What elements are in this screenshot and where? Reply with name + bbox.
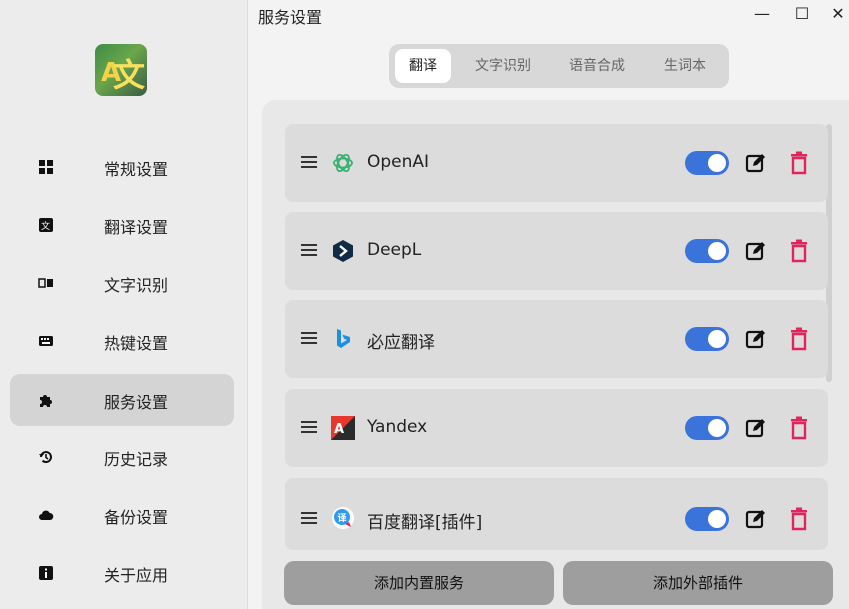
tab-vocabulary[interactable]: 生词本 [649,49,721,83]
sidebar-item-about[interactable]: 关于应用 [10,547,234,599]
service-toggle[interactable] [685,507,729,531]
service-row-openai: OpenAI [285,124,828,202]
sidebar-item-label: 翻译设置 [104,218,169,237]
drag-handle-icon[interactable] [301,332,317,346]
service-name: OpenAI [367,152,430,172]
sidebar-item-translate[interactable]: 文 翻译设置 [10,199,234,251]
drag-handle-icon[interactable] [301,512,317,526]
service-name: DeepL [367,240,422,260]
svg-text:A: A [334,422,344,437]
sidebar-item-label: 关于应用 [104,566,169,585]
translate-icon: 文 [39,218,53,232]
sidebar-item-label: 服务设置 [104,393,169,412]
tab-ocr[interactable]: 文字识别 [461,49,545,83]
history-icon [39,451,52,464]
sidebar-item-service[interactable]: 服务设置 [10,374,234,426]
sidebar: A文 常规设置 文 翻译设置 文字识别 热键设置 服务设置 历史记录 备份设置 … [0,0,248,609]
edit-icon[interactable] [745,240,767,262]
grid-icon [39,160,53,174]
service-tabs: 翻译 文字识别 语音合成 生词本 [389,44,729,88]
service-toggle[interactable] [685,327,729,351]
minimize-button[interactable]: — [750,2,774,26]
delete-icon[interactable] [789,507,809,531]
delete-icon[interactable] [789,239,809,263]
delete-icon[interactable] [789,151,809,175]
service-name: 百度翻译[插件] [367,513,483,533]
drag-handle-icon[interactable] [301,421,317,435]
edit-icon[interactable] [745,152,767,174]
service-toggle[interactable] [685,239,729,263]
sidebar-item-label: 常规设置 [104,160,169,179]
title-bar: 服务设置 — ☐ ✕ [248,0,849,30]
baidu-icon: 译 [332,507,354,529]
sidebar-item-history[interactable]: 历史记录 [10,431,234,483]
info-icon [39,566,53,580]
keyboard-icon [39,336,53,346]
deepl-icon [333,240,353,262]
bing-icon [337,329,350,348]
delete-icon[interactable] [789,327,809,351]
edit-icon[interactable] [745,417,767,439]
app-logo: A文 [95,44,147,96]
window-title: 服务设置 [258,8,323,27]
svg-text:文: 文 [41,220,50,232]
yandex-icon: A [331,416,355,440]
service-toggle[interactable] [685,416,729,440]
sidebar-item-label: 备份设置 [104,508,169,527]
delete-icon[interactable] [789,416,809,440]
add-builtin-service-button[interactable]: 添加内置服务 [284,561,554,605]
maximize-button[interactable]: ☐ [790,2,814,26]
service-row-baidu: 译 百度翻译[插件] [285,478,828,550]
sidebar-item-general[interactable]: 常规设置 [10,141,234,193]
ocr-icon [38,278,53,288]
cloud-icon [39,510,54,520]
puzzle-icon [40,395,52,407]
drag-handle-icon[interactable] [301,244,317,258]
service-row-yandex: A Yandex [285,389,828,467]
service-name: Yandex [367,417,428,437]
sidebar-item-hotkey[interactable]: 热键设置 [10,315,234,367]
sidebar-item-backup[interactable]: 备份设置 [10,489,234,541]
service-toggle[interactable] [685,151,729,175]
service-row-deepl: DeepL [285,212,828,290]
service-name: 必应翻译 [367,333,435,353]
openai-icon [333,153,353,173]
edit-icon[interactable] [745,508,767,530]
tab-translate[interactable]: 翻译 [395,49,451,83]
tab-tts[interactable]: 语音合成 [555,49,639,83]
add-external-plugin-button[interactable]: 添加外部插件 [563,561,833,605]
svg-text:译: 译 [338,512,348,524]
close-button[interactable]: ✕ [826,2,849,26]
service-row-bing: 必应翻译 [285,300,828,378]
sidebar-item-ocr[interactable]: 文字识别 [10,257,234,309]
sidebar-item-label: 热键设置 [104,334,169,353]
sidebar-item-label: 历史记录 [104,450,169,469]
sidebar-item-label: 文字识别 [104,276,169,295]
edit-icon[interactable] [745,328,767,350]
drag-handle-icon[interactable] [301,156,317,170]
